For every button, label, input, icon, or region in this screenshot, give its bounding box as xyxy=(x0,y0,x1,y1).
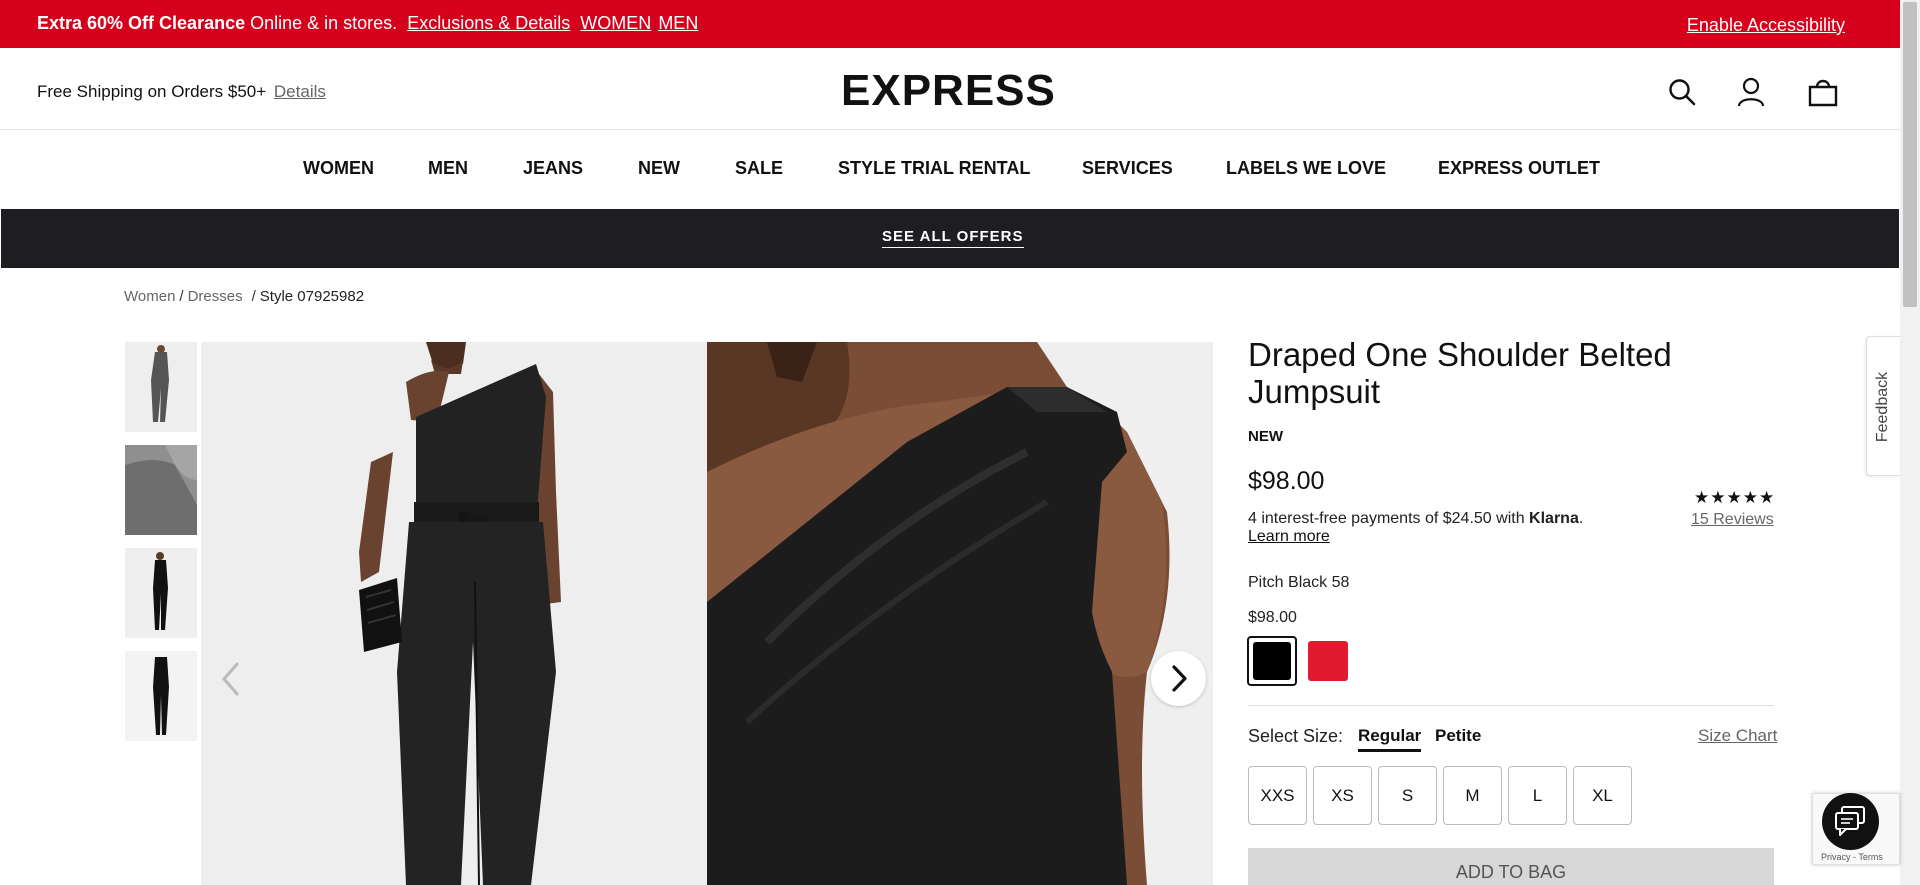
klarna-learn-more-link[interactable]: Learn more xyxy=(1248,528,1330,546)
nav-women[interactable]: WOMEN xyxy=(303,158,374,179)
chat-button[interactable] xyxy=(1822,793,1879,850)
swatch-pitch-black[interactable] xyxy=(1247,636,1297,686)
product-image-full xyxy=(201,342,707,885)
size-button-m[interactable]: M xyxy=(1443,766,1502,825)
swatch-red[interactable] xyxy=(1308,641,1348,681)
swatch-black-fill xyxy=(1253,642,1291,680)
breadcrumb-separator: / xyxy=(179,288,184,305)
promo-exclusions-link[interactable]: Exclusions & Details xyxy=(407,13,570,33)
promo-message: Extra 60% Off Clearance Online & in stor… xyxy=(37,13,698,34)
product-price: $98.00 xyxy=(1248,467,1325,495)
select-size-label: Select Size: xyxy=(1248,726,1344,746)
nav-sale[interactable]: SALE xyxy=(735,158,783,179)
promo-text: Online & in stores. xyxy=(245,13,398,33)
breadcrumb-women[interactable]: Women xyxy=(124,288,175,305)
nav-jeans[interactable]: JEANS xyxy=(523,158,583,179)
fit-tab-regular[interactable]: Regular xyxy=(1358,726,1422,752)
bag-icon[interactable] xyxy=(1807,76,1839,108)
main-nav: WOMEN MEN JEANS NEW SALE STYLE TRIAL REN… xyxy=(0,131,1900,209)
breadcrumb-dresses[interactable]: Dresses xyxy=(188,288,243,305)
offers-bar: SEE ALL OFFERS xyxy=(1,209,1899,268)
nav-style-trial-rental[interactable]: STYLE TRIAL RENTAL xyxy=(838,158,1030,179)
size-button-l[interactable]: L xyxy=(1508,766,1567,825)
klarna-text: 4 interest-free payments of $24.50 with xyxy=(1248,510,1525,527)
scrollbar-thumb[interactable] xyxy=(1903,2,1917,307)
selected-color-name: Pitch Black 58 xyxy=(1248,574,1350,591)
selected-color-price: $98.00 xyxy=(1248,609,1297,626)
thumbnail-3[interactable] xyxy=(125,548,197,638)
klarna-logo: Klarna xyxy=(1529,510,1579,527)
page-scrollbar[interactable] xyxy=(1900,0,1920,885)
nav-men[interactable]: MEN xyxy=(428,158,468,179)
klarna-period: . xyxy=(1578,510,1584,527)
new-badge: NEW xyxy=(1248,428,1283,445)
thumbnail-1[interactable] xyxy=(125,342,197,432)
product-image-detail xyxy=(707,342,1213,885)
klarna-message: 4 interest-free payments of $24.50 with … xyxy=(1248,510,1583,528)
add-to-bag-button[interactable]: ADD TO BAG xyxy=(1248,848,1774,885)
account-icon[interactable] xyxy=(1735,76,1767,108)
thumbnail-4[interactable] xyxy=(125,651,197,741)
recaptcha-terms[interactable]: Privacy - Terms xyxy=(1821,852,1883,862)
promo-bar: Extra 60% Off Clearance Online & in stor… xyxy=(0,0,1900,48)
breadcrumb: Women / Dresses / Style 07925982 xyxy=(124,288,364,305)
size-button-s[interactable]: S xyxy=(1378,766,1437,825)
fit-tab-petite[interactable]: Petite xyxy=(1435,726,1481,746)
shipping-details-link[interactable]: Details xyxy=(274,82,326,101)
thumbnail-2[interactable] xyxy=(125,445,197,535)
shipping-message: Free Shipping on Orders $50+ Details xyxy=(37,82,326,102)
divider xyxy=(1248,705,1774,706)
feedback-label: Feedback xyxy=(1874,371,1891,443)
image-next-arrow[interactable] xyxy=(1151,651,1206,706)
breadcrumb-separator: / xyxy=(251,288,256,305)
site-header: Free Shipping on Orders $50+ Details EXP… xyxy=(0,48,1900,130)
size-button-xxs[interactable]: XXS xyxy=(1248,766,1307,825)
breadcrumb-current: Style 07925982 xyxy=(259,288,365,305)
search-icon[interactable] xyxy=(1666,76,1698,108)
size-chart-link[interactable]: Size Chart xyxy=(1698,726,1777,746)
express-logo[interactable]: EXPRESS xyxy=(841,66,1056,116)
promo-women-link[interactable]: WOMEN xyxy=(580,13,651,33)
nav-labels-we-love[interactable]: LABELS WE LOVE xyxy=(1226,158,1386,179)
enable-accessibility-link[interactable]: Enable Accessibility xyxy=(1687,15,1845,36)
image-prev-arrow[interactable] xyxy=(214,657,250,701)
reviews-link[interactable]: 15 Reviews xyxy=(1691,511,1774,529)
nav-new[interactable]: NEW xyxy=(638,158,680,179)
shipping-text: Free Shipping on Orders $50+ xyxy=(37,82,267,101)
promo-headline: Extra 60% Off Clearance xyxy=(37,13,246,33)
see-all-offers-link[interactable]: SEE ALL OFFERS xyxy=(882,228,1024,248)
size-button-xs[interactable]: XS xyxy=(1313,766,1372,825)
product-title: Draped One Shoulder Belted Jumpsuit xyxy=(1248,336,1672,410)
nav-services[interactable]: SERVICES xyxy=(1082,158,1173,179)
size-button-xl[interactable]: XL xyxy=(1573,766,1632,825)
rating-stars[interactable]: ★★★★★ xyxy=(1694,488,1775,508)
feedback-tab[interactable]: Feedback xyxy=(1866,336,1900,476)
promo-men-link[interactable]: MEN xyxy=(658,13,698,33)
chat-icon xyxy=(1835,806,1865,836)
nav-express-outlet[interactable]: EXPRESS OUTLET xyxy=(1438,158,1600,179)
